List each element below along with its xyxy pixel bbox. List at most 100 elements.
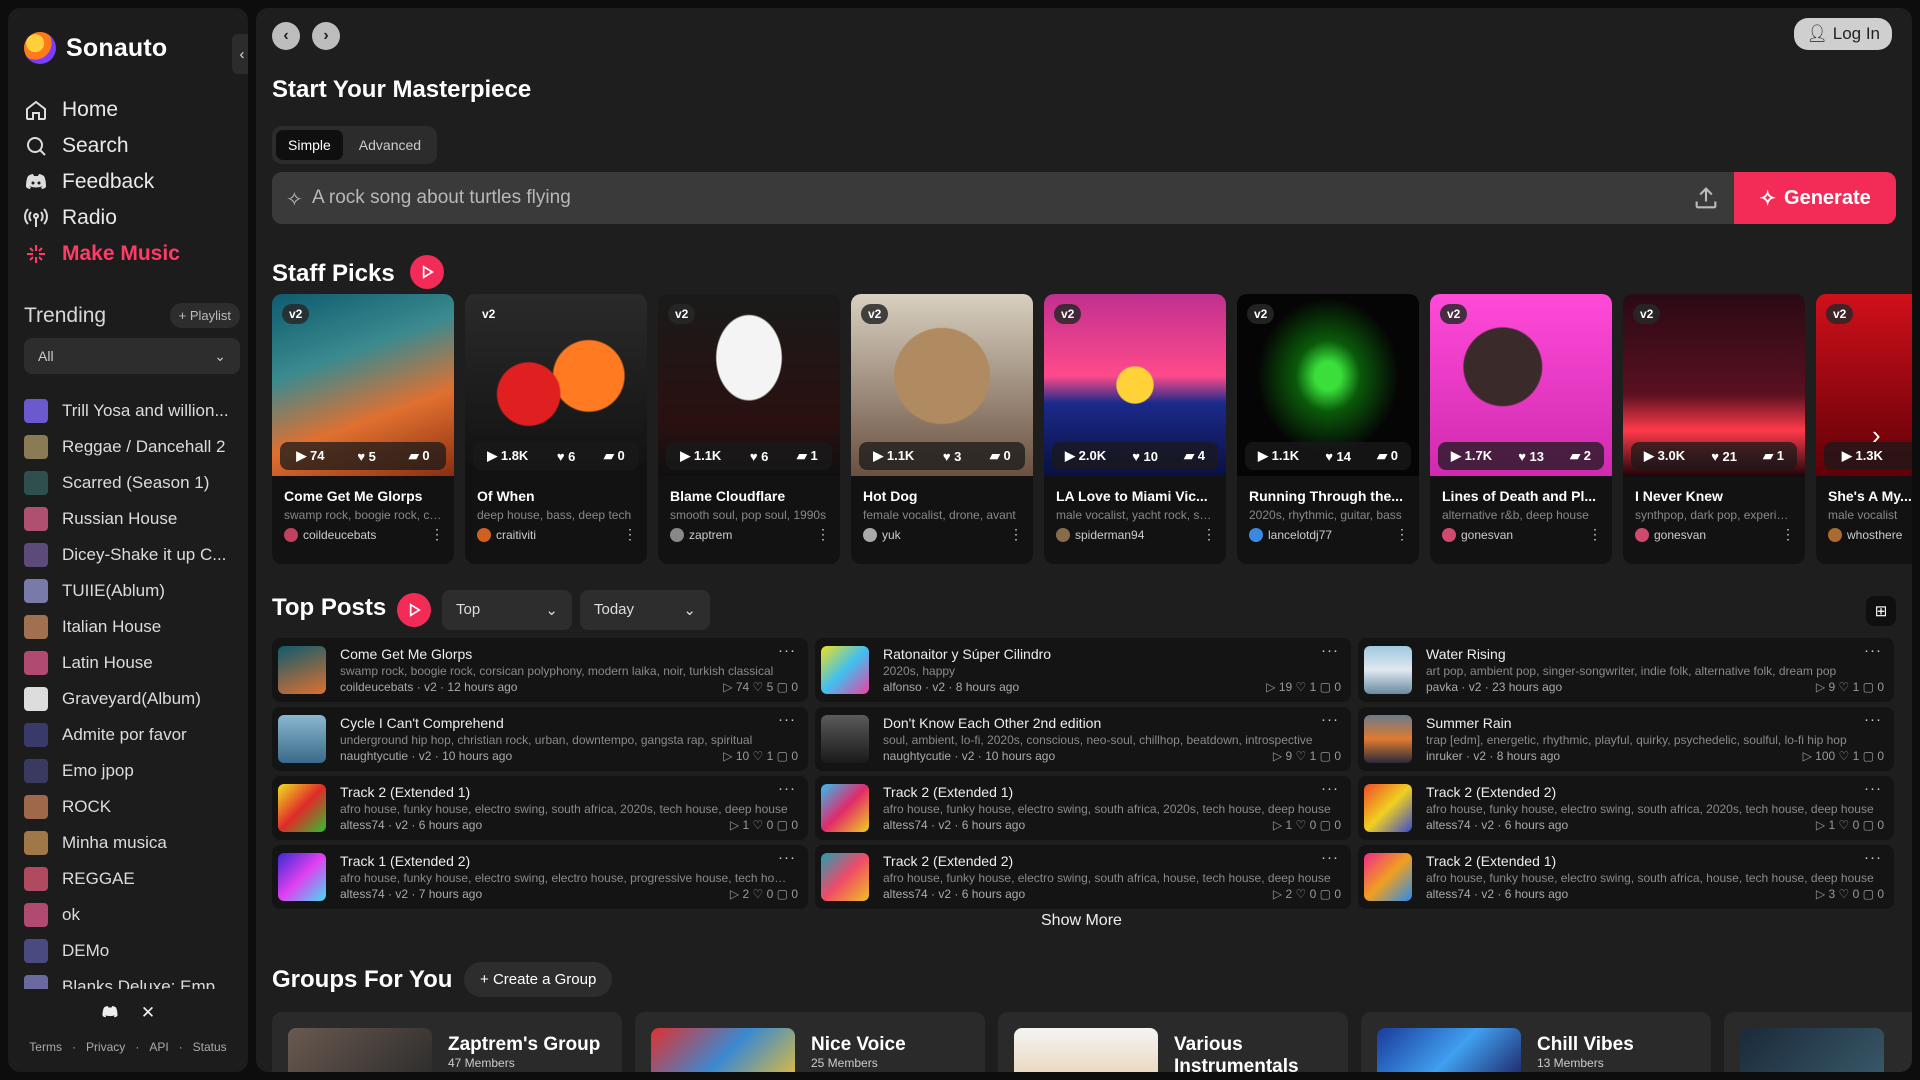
discord-icon[interactable] bbox=[101, 1003, 119, 1026]
more-options-icon[interactable]: ⋮ bbox=[1009, 526, 1023, 543]
post-title[interactable]: Don't Know Each Other 2nd edition bbox=[883, 715, 1303, 731]
username[interactable]: altess74 bbox=[883, 887, 928, 901]
heart-icon[interactable]: ♡ bbox=[1839, 887, 1853, 901]
footer-link-terms[interactable]: Terms bbox=[29, 1040, 62, 1054]
song-title[interactable]: Come Get Me Glorps bbox=[284, 488, 444, 504]
username[interactable]: alfonso bbox=[883, 680, 922, 694]
song-card[interactable]: v2 ▶ 3.0K ♥ 21 ▰ 1 I Never Knew synthpop… bbox=[1623, 294, 1805, 564]
post-thumbnail[interactable] bbox=[1364, 853, 1412, 901]
post-title[interactable]: Come Get Me Glorps bbox=[340, 646, 760, 662]
song-author[interactable]: yuk bbox=[863, 528, 901, 542]
like-count[interactable]: ♥ 13 bbox=[1518, 449, 1544, 464]
song-title[interactable]: LA Love to Miami Vic... bbox=[1056, 488, 1216, 504]
song-title[interactable]: I Never Knew bbox=[1635, 488, 1795, 504]
comment-count[interactable]: ▰ 1 bbox=[797, 448, 818, 464]
song-title[interactable]: Running Through the... bbox=[1249, 488, 1409, 504]
heart-icon[interactable]: ♡ bbox=[1839, 818, 1853, 832]
like-count[interactable]: ♥ 5 bbox=[357, 449, 376, 464]
post-row[interactable]: Track 2 (Extended 1) afro house, funky h… bbox=[272, 776, 808, 840]
carousel-next-button[interactable]: › bbox=[1872, 420, 1902, 450]
like-count[interactable]: ♥ 6 bbox=[750, 449, 769, 464]
post-thumbnail[interactable] bbox=[821, 784, 869, 832]
username[interactable]: altess74 bbox=[883, 818, 928, 832]
trending-item[interactable]: Russian House bbox=[24, 501, 244, 537]
post-title[interactable]: Track 2 (Extended 2) bbox=[883, 853, 1303, 869]
comment-icon[interactable]: ▢ bbox=[1863, 887, 1878, 901]
heart-icon[interactable]: ♡ bbox=[1296, 887, 1310, 901]
more-options-icon[interactable]: ⋮ bbox=[623, 526, 637, 543]
heart-icon[interactable]: ♡ bbox=[753, 818, 767, 832]
more-options-icon[interactable]: ··· bbox=[1864, 780, 1882, 797]
username[interactable]: inruker bbox=[1426, 749, 1463, 763]
login-button[interactable]: 👤︎ Log In bbox=[1794, 18, 1892, 50]
song-author[interactable]: spiderman94 bbox=[1056, 528, 1144, 542]
more-options-icon[interactable]: ··· bbox=[778, 642, 796, 659]
comment-count[interactable]: ▰ 4 bbox=[1184, 448, 1205, 464]
song-title[interactable]: Of When bbox=[477, 488, 637, 504]
trending-item[interactable]: TUIIE(Ablum) bbox=[24, 573, 244, 609]
trending-item[interactable]: REGGAE bbox=[24, 861, 244, 897]
username[interactable]: pavka bbox=[1426, 680, 1458, 694]
comment-count[interactable]: ▰ 0 bbox=[604, 448, 625, 464]
post-row[interactable]: Come Get Me Glorps swamp rock, boogie ro… bbox=[272, 638, 808, 702]
heart-icon[interactable]: ♡ bbox=[753, 749, 767, 763]
group-card[interactable]: Zaptrem's Group 47 Members bbox=[272, 1012, 622, 1072]
like-count[interactable]: ♥ 6 bbox=[557, 449, 576, 464]
group-card[interactable]: Various Instrumentals bbox=[998, 1012, 1348, 1072]
footer-link-status[interactable]: Status bbox=[193, 1040, 227, 1054]
nav-search[interactable]: Search bbox=[24, 128, 180, 164]
comment-icon[interactable]: ▢ bbox=[1863, 680, 1878, 694]
post-thumbnail[interactable] bbox=[278, 646, 326, 694]
username[interactable]: naughtycutie bbox=[883, 749, 951, 763]
song-card[interactable]: v2 ▶ 1.8K ♥ 6 ▰ 0 Of When deep house, ba… bbox=[465, 294, 647, 564]
post-row[interactable]: Ratonaitor y Súper Cilindro 2020s, happy… bbox=[815, 638, 1351, 702]
footer-link-api[interactable]: API bbox=[149, 1040, 168, 1054]
more-options-icon[interactable]: ⋮ bbox=[816, 526, 830, 543]
like-count[interactable]: ♥ 3 bbox=[943, 449, 962, 464]
trending-item[interactable]: Latin House bbox=[24, 645, 244, 681]
trending-item[interactable]: ok bbox=[24, 897, 244, 933]
more-options-icon[interactable]: ··· bbox=[1864, 711, 1882, 728]
song-author[interactable]: whosthere bbox=[1828, 528, 1902, 542]
song-title[interactable]: Blame Cloudflare bbox=[670, 488, 830, 504]
add-playlist-button[interactable]: + Playlist bbox=[169, 303, 240, 328]
comment-icon[interactable]: ▢ bbox=[777, 887, 792, 901]
post-title[interactable]: Track 2 (Extended 2) bbox=[1426, 784, 1846, 800]
post-title[interactable]: Track 2 (Extended 1) bbox=[883, 784, 1303, 800]
more-options-icon[interactable]: ··· bbox=[1321, 780, 1339, 797]
trending-item[interactable]: Minha musica bbox=[24, 825, 244, 861]
group-card[interactable] bbox=[1724, 1012, 1912, 1072]
song-author[interactable]: zaptrem bbox=[670, 528, 732, 542]
post-thumbnail[interactable] bbox=[278, 784, 326, 832]
song-card[interactable]: v2 ▶ 1.1K ♥ 6 ▰ 1 Blame Cloudflare smoot… bbox=[658, 294, 840, 564]
post-row[interactable]: Summer Rain trap [edm], energetic, rhyth… bbox=[1358, 707, 1894, 771]
heart-icon[interactable]: ♡ bbox=[1296, 749, 1310, 763]
group-card[interactable]: Nice Voice 25 Members bbox=[635, 1012, 985, 1072]
song-card[interactable]: v2 ▶ 1.1K ♥ 14 ▰ 0 Running Through the..… bbox=[1237, 294, 1419, 564]
more-options-icon[interactable]: ⋮ bbox=[430, 526, 444, 543]
comment-icon[interactable]: ▢ bbox=[1320, 749, 1335, 763]
sort-select[interactable]: Top ⌄ bbox=[442, 590, 572, 630]
x-icon[interactable]: ✕ bbox=[141, 1003, 155, 1026]
more-options-icon[interactable]: ··· bbox=[778, 849, 796, 866]
post-thumbnail[interactable] bbox=[1364, 715, 1412, 763]
username[interactable]: altess74 bbox=[1426, 818, 1471, 832]
comment-icon[interactable]: ▢ bbox=[1320, 680, 1335, 694]
post-row[interactable]: Track 1 (Extended 2) afro house, funky h… bbox=[272, 845, 808, 909]
username[interactable]: altess74 bbox=[340, 818, 385, 832]
nav-home[interactable]: Home bbox=[24, 92, 180, 128]
song-author[interactable]: gonesvan bbox=[1635, 528, 1706, 542]
trending-item[interactable]: Blanks Deluxe: Emp bbox=[24, 969, 244, 989]
tab-advanced[interactable]: Advanced bbox=[347, 130, 433, 160]
trending-item[interactable]: Italian House bbox=[24, 609, 244, 645]
show-more-button[interactable]: Show More bbox=[1041, 912, 1122, 930]
like-count[interactable]: ♥ 21 bbox=[1711, 449, 1737, 464]
post-row[interactable]: Don't Know Each Other 2nd edition soul, … bbox=[815, 707, 1351, 771]
song-author[interactable]: coildeucebats bbox=[284, 528, 376, 542]
post-title[interactable]: Track 2 (Extended 1) bbox=[340, 784, 760, 800]
comment-count[interactable]: ▰ 1 bbox=[1763, 448, 1784, 464]
create-group-button[interactable]: + Create a Group bbox=[464, 962, 613, 997]
post-row[interactable]: Track 2 (Extended 2) afro house, funky h… bbox=[815, 845, 1351, 909]
trending-item[interactable]: Reggae / Dancehall 2 bbox=[24, 429, 244, 465]
song-card[interactable]: v2 ▶ 1.1K ♥ 3 ▰ 0 Hot Dog female vocalis… bbox=[851, 294, 1033, 564]
